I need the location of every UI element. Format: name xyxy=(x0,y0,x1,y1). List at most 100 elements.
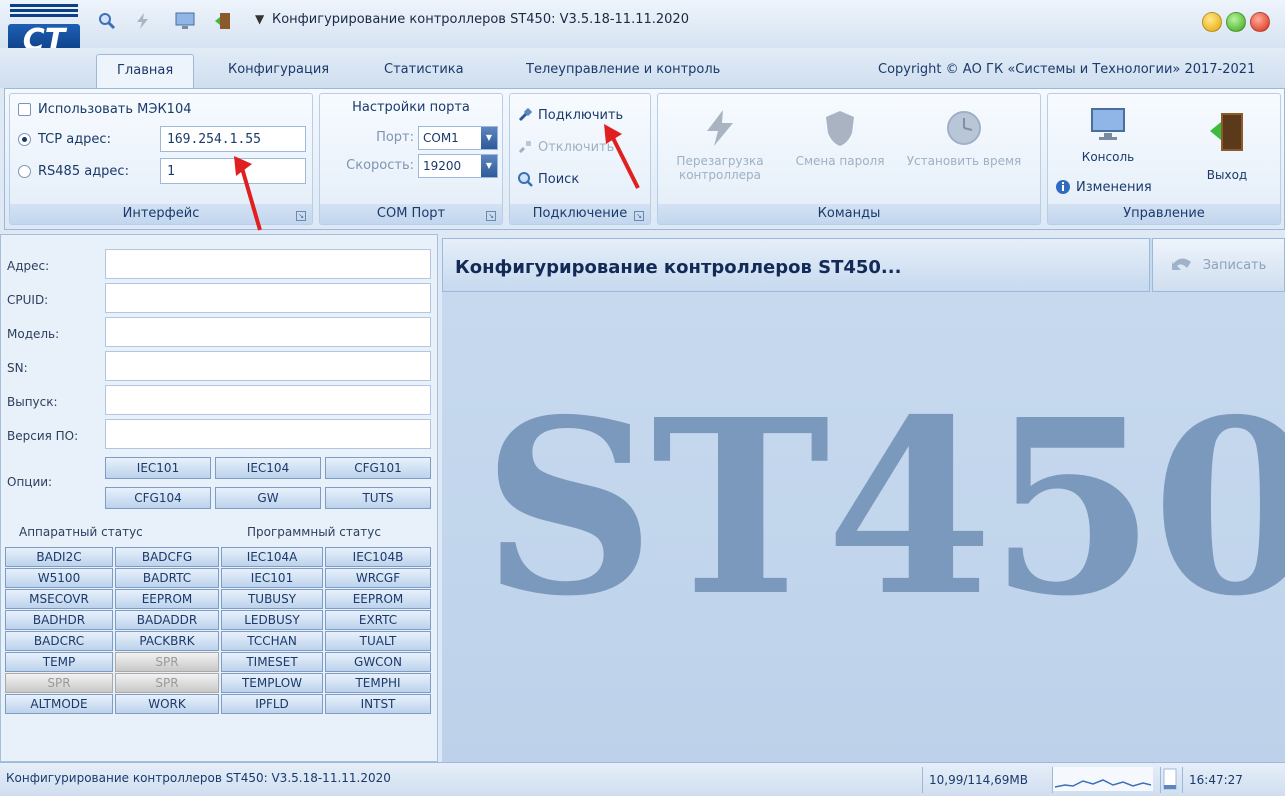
changes-button[interactable]: Изменения xyxy=(1054,178,1152,196)
status-flag-ipfld[interactable]: IPFLD xyxy=(221,694,323,714)
minimize-button[interactable] xyxy=(1202,12,1222,32)
status-flag-packbrk[interactable]: PACKBRK xyxy=(115,631,219,651)
sn-field xyxy=(105,351,431,381)
monitor-icon[interactable] xyxy=(174,10,196,32)
connect-button[interactable]: Подключить xyxy=(516,106,623,124)
status-bar: Конфигурирование контроллеров ST450: V3.… xyxy=(0,762,1285,796)
tcp-radio[interactable]: TCP адрес: xyxy=(18,132,111,147)
clock-time: 16:47:27 xyxy=(1182,767,1249,793)
write-button[interactable]: Записать xyxy=(1152,238,1285,292)
status-flag-badcfg[interactable]: BADCFG xyxy=(115,547,219,567)
exit-button[interactable]: Выход xyxy=(1182,104,1272,182)
cpuid-label: CPUID: xyxy=(7,293,49,307)
interface-launcher-icon[interactable]: ↘ xyxy=(296,211,306,221)
model-field xyxy=(105,317,431,347)
status-flag-msecovr[interactable]: MSECOVR xyxy=(5,589,113,609)
speed-select[interactable]: 19200 ▼ xyxy=(418,154,498,178)
status-flag-templow[interactable]: TEMPLOW xyxy=(221,673,323,693)
status-flag-iec104b[interactable]: IEC104B xyxy=(325,547,431,567)
main-header: Конфигурирование контроллеров ST450... xyxy=(442,238,1150,292)
status-flag-exrtc[interactable]: EXRTC xyxy=(325,610,431,630)
tab-main[interactable]: Главная xyxy=(96,54,195,88)
status-flag-wrcgf[interactable]: WRCGF xyxy=(325,568,431,588)
lightning-icon[interactable] xyxy=(132,10,154,32)
speed-value: 19200 xyxy=(423,159,462,173)
options-label: Опции: xyxy=(7,475,53,489)
status-flag-intst[interactable]: INTST xyxy=(325,694,431,714)
option-gw[interactable]: GW xyxy=(215,487,321,509)
exit-door-icon[interactable] xyxy=(212,10,234,32)
close-button[interactable] xyxy=(1250,12,1270,32)
set-time-button[interactable]: Установить время xyxy=(904,108,1024,168)
tab-statistics[interactable]: Статистика xyxy=(384,62,464,77)
rs485-radio[interactable]: RS485 адрес: xyxy=(18,164,129,179)
connection-title: Подключение xyxy=(532,206,628,221)
status-flag-badhdr[interactable]: BADHDR xyxy=(5,610,113,630)
main-panel: Конфигурирование контроллеров ST450... З… xyxy=(442,238,1285,762)
chevron-down-icon[interactable]: ▼ xyxy=(481,127,497,149)
change-password-button[interactable]: Смена пароля xyxy=(790,108,890,168)
status-flag-eeprom[interactable]: EEPROM xyxy=(115,589,219,609)
status-flag-ledbusy[interactable]: LEDBUSY xyxy=(221,610,323,630)
status-flag-iec104a[interactable]: IEC104A xyxy=(221,547,323,567)
checkbox-box[interactable] xyxy=(18,103,31,116)
status-flag-spr[interactable]: SPR xyxy=(115,673,219,693)
status-flag-work[interactable]: WORK xyxy=(115,694,219,714)
status-flag-timeset[interactable]: TIMESET xyxy=(221,652,323,672)
rs485-address-input[interactable] xyxy=(160,158,306,184)
search-label: Поиск xyxy=(538,171,580,187)
status-flag-spr[interactable]: SPR xyxy=(5,673,113,693)
software-status-label: Программный статус xyxy=(247,525,381,539)
option-cfg101[interactable]: CFG101 xyxy=(325,457,431,479)
status-flag-altmode[interactable]: ALTMODE xyxy=(5,694,113,714)
maximize-button[interactable] xyxy=(1226,12,1246,32)
status-flag-eeprom[interactable]: EEPROM xyxy=(325,589,431,609)
port-label: Порт: xyxy=(376,130,414,145)
status-flag-temphi[interactable]: TEMPHI xyxy=(325,673,431,693)
status-flag-badcrc[interactable]: BADCRC xyxy=(5,631,113,651)
status-flag-temp[interactable]: TEMP xyxy=(5,652,113,672)
chevron-down-icon[interactable]: ▼ xyxy=(481,155,497,177)
tcp-radio-dot[interactable] xyxy=(18,133,31,146)
status-flag-badrtc[interactable]: BADRTC xyxy=(115,568,219,588)
search-button[interactable]: Поиск xyxy=(516,170,579,188)
quick-access-dropdown[interactable]: ▼ xyxy=(255,12,264,26)
status-flag-gwcon[interactable]: GWCON xyxy=(325,652,431,672)
hardware-status-label: Аппаратный статус xyxy=(19,525,143,539)
group-interface-title: Интерфейс xyxy=(10,204,312,224)
option-iec104[interactable]: IEC104 xyxy=(215,457,321,479)
status-flag-w5100[interactable]: W5100 xyxy=(5,568,113,588)
status-flag-badi2c[interactable]: BADI2C xyxy=(5,547,113,567)
set-time-label: Установить время xyxy=(906,154,1022,168)
use-mek104-label: Использовать МЭК104 xyxy=(38,102,192,117)
device-info-panel: Адрес: CPUID: Модель: SN: Выпуск: Версия… xyxy=(0,234,438,762)
tcp-address-input[interactable] xyxy=(160,126,306,152)
option-cfg104[interactable]: CFG104 xyxy=(105,487,211,509)
status-flag-iec101[interactable]: IEC101 xyxy=(221,568,323,588)
status-flag-badaddr[interactable]: BADADDR xyxy=(115,610,219,630)
commands-title: Команды xyxy=(817,206,881,221)
plug-icon xyxy=(516,106,534,124)
group-com-port-title: COM Порт xyxy=(320,204,502,224)
status-flag-spr[interactable]: SPR xyxy=(115,652,219,672)
tab-configuration[interactable]: Конфигурация xyxy=(228,62,329,77)
option-tuts[interactable]: TUTS xyxy=(325,487,431,509)
undo-arrow-icon xyxy=(1171,254,1193,276)
search-icon[interactable] xyxy=(96,10,118,32)
port-select[interactable]: COM1 ▼ xyxy=(418,126,498,150)
tab-telecontrol[interactable]: Телеуправление и контроль xyxy=(526,62,720,77)
disconnect-button[interactable]: Отключить xyxy=(516,138,614,156)
use-mek104-checkbox[interactable]: Использовать МЭК104 xyxy=(18,102,192,117)
group-com-port: Настройки порта Порт: COM1 ▼ Скорость: 1… xyxy=(319,93,503,225)
rs485-radio-dot[interactable] xyxy=(18,165,31,178)
console-button[interactable]: Консоль xyxy=(1056,104,1160,164)
com-port-launcher-icon[interactable]: ↘ xyxy=(486,211,496,221)
status-flag-tualt[interactable]: TUALT xyxy=(325,631,431,651)
status-flag-tcchan[interactable]: TCCHAN xyxy=(221,631,323,651)
connection-launcher-icon[interactable]: ↘ xyxy=(634,211,644,221)
status-flag-tubusy[interactable]: TUBUSY xyxy=(221,589,323,609)
port-value: COM1 xyxy=(423,131,459,145)
reboot-button[interactable]: Перезагрузка контроллера xyxy=(664,108,776,182)
option-iec101[interactable]: IEC101 xyxy=(105,457,211,479)
monitor-icon xyxy=(1088,104,1128,144)
